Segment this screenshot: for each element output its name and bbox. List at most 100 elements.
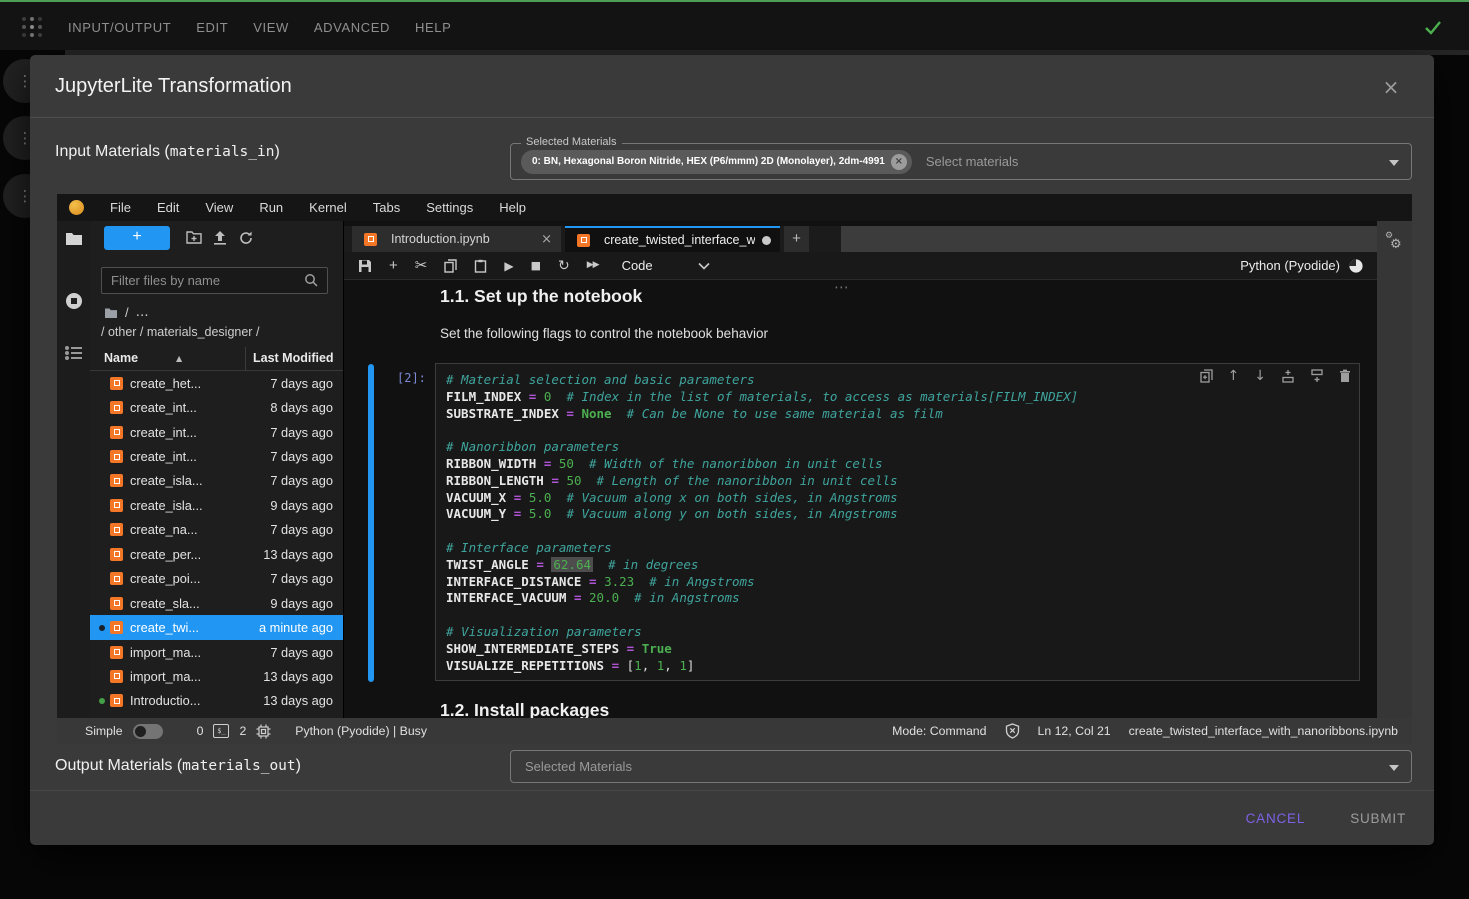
jmenu-kernel[interactable]: Kernel	[309, 200, 347, 215]
file-row[interactable]: create_int...7 days ago	[90, 444, 343, 468]
breadcrumb-path[interactable]: / other / materials_designer /	[101, 325, 259, 339]
run-all-icon[interactable]: ▶▶	[587, 261, 599, 270]
insert-cell-above-icon[interactable]	[1281, 369, 1295, 383]
filter-files-input[interactable]: Filter files by name	[101, 267, 328, 294]
file-dot-placeholder	[96, 649, 107, 655]
breadcrumb[interactable]: / …	[104, 305, 149, 320]
kernels-count[interactable]: 2	[239, 724, 246, 738]
jmenu-settings[interactable]: Settings	[426, 200, 473, 215]
delete-cell-icon[interactable]	[1339, 369, 1351, 383]
file-row[interactable]: Introductio...13 days ago	[90, 689, 343, 713]
home-folder-icon[interactable]	[104, 307, 118, 319]
cell-type-chevron-icon[interactable]	[698, 262, 710, 270]
chevron-down-icon[interactable]	[1389, 765, 1399, 771]
cut-cells-icon[interactable]: ✂	[415, 258, 428, 273]
kernel-name[interactable]: Python (Pyodide)	[1240, 258, 1340, 273]
move-cell-up-icon[interactable]: ↑	[1228, 369, 1240, 383]
jmenu-run[interactable]: Run	[259, 200, 283, 215]
material-chip[interactable]: 0: BN, Hexagonal Boron Nitride, HEX (P6/…	[521, 150, 912, 174]
menu-view[interactable]: VIEW	[253, 20, 289, 35]
tab-create-twisted-interface[interactable]: create_twisted_interface_w	[565, 226, 780, 252]
menu-edit[interactable]: EDIT	[196, 20, 228, 35]
column-name[interactable]: Name	[104, 351, 138, 365]
column-last-modified[interactable]: Last Modified	[253, 351, 334, 365]
paste-cells-icon[interactable]	[474, 259, 487, 273]
terminals-count[interactable]: 0	[197, 724, 204, 738]
output-materials-select[interactable]: Selected Materials	[510, 750, 1412, 783]
file-row[interactable]: import_ma...13 days ago	[90, 664, 343, 688]
menu-help[interactable]: HELP	[415, 20, 451, 35]
sort-ascending-icon[interactable]: ▲	[176, 354, 182, 363]
jmenu-edit[interactable]: Edit	[157, 200, 179, 215]
upload-icon[interactable]	[212, 230, 228, 246]
file-name: create_per...	[130, 547, 201, 562]
chip-delete-icon[interactable]: ×	[891, 154, 907, 170]
file-row[interactable]: create_twi...a minute ago	[90, 615, 343, 639]
tab-close-icon[interactable]: ×	[541, 232, 552, 247]
file-row[interactable]: create_int...7 days ago	[90, 420, 343, 444]
kernel-chip-icon[interactable]	[256, 724, 271, 739]
jupyter-frame: File Edit View Run Kernel Tabs Settings …	[57, 194, 1412, 744]
running-kernels-icon[interactable]	[64, 291, 84, 311]
submit-button[interactable]: SUBMIT	[1350, 811, 1406, 826]
markdown-paragraph[interactable]: Set the following flags to control the n…	[440, 326, 768, 341]
new-folder-icon[interactable]	[186, 230, 202, 246]
notebook-toolbar: + ✂ ▶ ■ ↻ ▶▶ Code Python (Pyodide)	[344, 252, 1412, 280]
file-row[interactable]: create_poi...7 days ago	[90, 567, 343, 591]
new-launcher-button[interactable]: +	[104, 226, 170, 250]
code-cell[interactable]: # Material selection and basic parameter…	[435, 363, 1360, 681]
file-browser-panel: + Filter files by name / …	[90, 221, 344, 718]
jmenu-help[interactable]: Help	[499, 200, 526, 215]
material-chip-label: 0: BN, Hexagonal Boron Nitride, HEX (P6/…	[532, 156, 885, 167]
app-logo-icon[interactable]	[20, 15, 44, 39]
run-cell-icon[interactable]: ▶	[504, 260, 513, 272]
cursor-position[interactable]: Ln 12, Col 21	[1038, 724, 1111, 738]
file-row[interactable]: create_int...8 days ago	[90, 395, 343, 419]
input-materials-label: Input Materials (materials_in)	[55, 118, 280, 186]
menu-input-output[interactable]: INPUT/OUTPUT	[68, 20, 171, 35]
file-browser-tab-icon[interactable]	[64, 229, 84, 249]
file-row[interactable]: import_ma...7 days ago	[90, 640, 343, 664]
file-row[interactable]: create_per...13 days ago	[90, 542, 343, 566]
file-modified: 13 days ago	[263, 669, 343, 684]
input-materials-select[interactable]: Selected Materials 0: BN, Hexagonal Boro…	[510, 143, 1412, 180]
file-row[interactable]: create_het...7 days ago	[90, 371, 343, 395]
cell-type-select[interactable]: Code	[622, 258, 653, 273]
next-section-heading[interactable]: 1.2. Install packages	[440, 700, 609, 718]
jmenu-view[interactable]: View	[205, 200, 233, 215]
duplicate-cell-icon[interactable]	[1200, 369, 1213, 383]
terminal-icon[interactable]: $_	[213, 724, 229, 738]
notebook-icon	[110, 474, 123, 487]
file-row[interactable]: create_na...7 days ago	[90, 518, 343, 542]
jmenu-tabs[interactable]: Tabs	[373, 200, 400, 215]
check-icon[interactable]	[1421, 15, 1445, 39]
insert-cell-below-icon[interactable]	[1310, 369, 1324, 383]
restart-kernel-icon[interactable]: ↻	[558, 259, 570, 273]
stop-kernel-icon[interactable]: ■	[531, 260, 541, 271]
move-cell-down-icon[interactable]: ↓	[1254, 369, 1266, 383]
notebook-icon	[577, 234, 590, 247]
close-icon[interactable]: ×	[1378, 74, 1404, 100]
tab-introduction[interactable]: Introduction.ipynb ×	[352, 226, 561, 252]
refresh-icon[interactable]	[238, 230, 254, 246]
active-cell-indicator[interactable]	[368, 364, 374, 682]
chevron-down-icon[interactable]	[1389, 160, 1399, 166]
file-row[interactable]: create_isla...9 days ago	[90, 493, 343, 517]
table-of-contents-icon[interactable]	[64, 343, 84, 363]
new-tab-button[interactable]: +	[784, 226, 809, 252]
menu-advanced[interactable]: ADVANCED	[314, 20, 390, 35]
simple-mode-toggle[interactable]	[133, 724, 163, 739]
breadcrumb-ellipsis[interactable]: …	[136, 305, 149, 320]
file-row[interactable]: create_isla...7 days ago	[90, 469, 343, 493]
cancel-button[interactable]: CANCEL	[1246, 811, 1306, 826]
notebook-content[interactable]: ⋯ 1.1. Set up the notebook Set the follo…	[344, 280, 1412, 718]
copy-cells-icon[interactable]	[444, 259, 457, 273]
mode-indicator[interactable]: Mode: Command	[892, 724, 986, 738]
trust-shield-icon[interactable]	[1005, 723, 1020, 739]
save-icon[interactable]	[358, 259, 372, 273]
kernel-status-text[interactable]: Python (Pyodide) | Busy	[295, 724, 427, 738]
jmenu-file[interactable]: File	[110, 200, 131, 215]
insert-cell-icon[interactable]: +	[389, 258, 398, 273]
markdown-heading[interactable]: 1.1. Set up the notebook	[440, 286, 642, 307]
file-row[interactable]: create_sla...9 days ago	[90, 591, 343, 615]
